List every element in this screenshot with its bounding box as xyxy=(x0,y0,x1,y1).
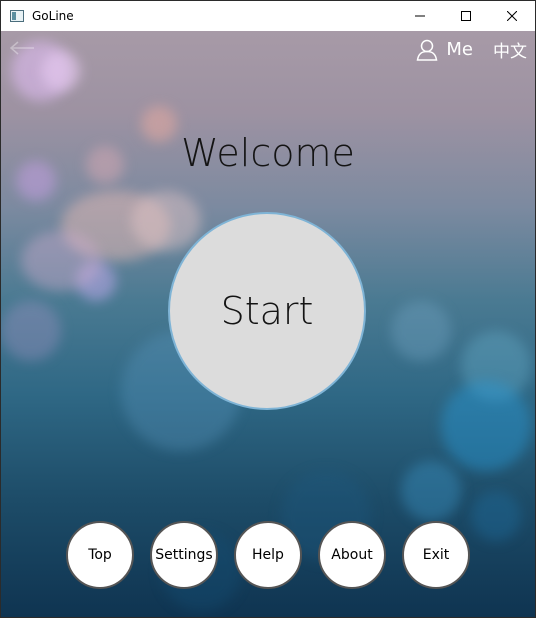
welcome-heading: Welcome xyxy=(181,131,355,175)
app-window: GoLine Me 中文 Welcome Start Top Settings … xyxy=(0,0,536,618)
bottom-navigation: Top Settings Help About Exit xyxy=(66,521,470,589)
close-button[interactable] xyxy=(489,1,535,31)
top-navigation: Me 中文 xyxy=(416,37,527,62)
back-arrow-icon[interactable] xyxy=(9,41,35,55)
top-button[interactable]: Top xyxy=(66,521,134,589)
settings-button[interactable]: Settings xyxy=(150,521,218,589)
start-button[interactable]: Start xyxy=(168,212,366,410)
help-button[interactable]: Help xyxy=(234,521,302,589)
user-icon xyxy=(417,39,438,61)
me-label: Me xyxy=(446,39,473,60)
title-bar[interactable]: GoLine xyxy=(1,1,535,31)
minimize-button[interactable] xyxy=(397,1,443,31)
exit-button[interactable]: Exit xyxy=(402,521,470,589)
main-content: Me 中文 Welcome Start Top Settings Help Ab… xyxy=(1,31,535,617)
me-button[interactable]: Me xyxy=(416,39,473,61)
window-title: GoLine xyxy=(32,9,74,23)
minimize-icon xyxy=(415,15,425,17)
close-icon xyxy=(507,11,517,21)
about-button[interactable]: About xyxy=(318,521,386,589)
maximize-button[interactable] xyxy=(443,1,489,31)
window-controls xyxy=(397,1,535,31)
language-toggle[interactable]: 中文 xyxy=(493,37,527,62)
app-icon xyxy=(10,10,24,22)
maximize-icon xyxy=(461,11,471,21)
